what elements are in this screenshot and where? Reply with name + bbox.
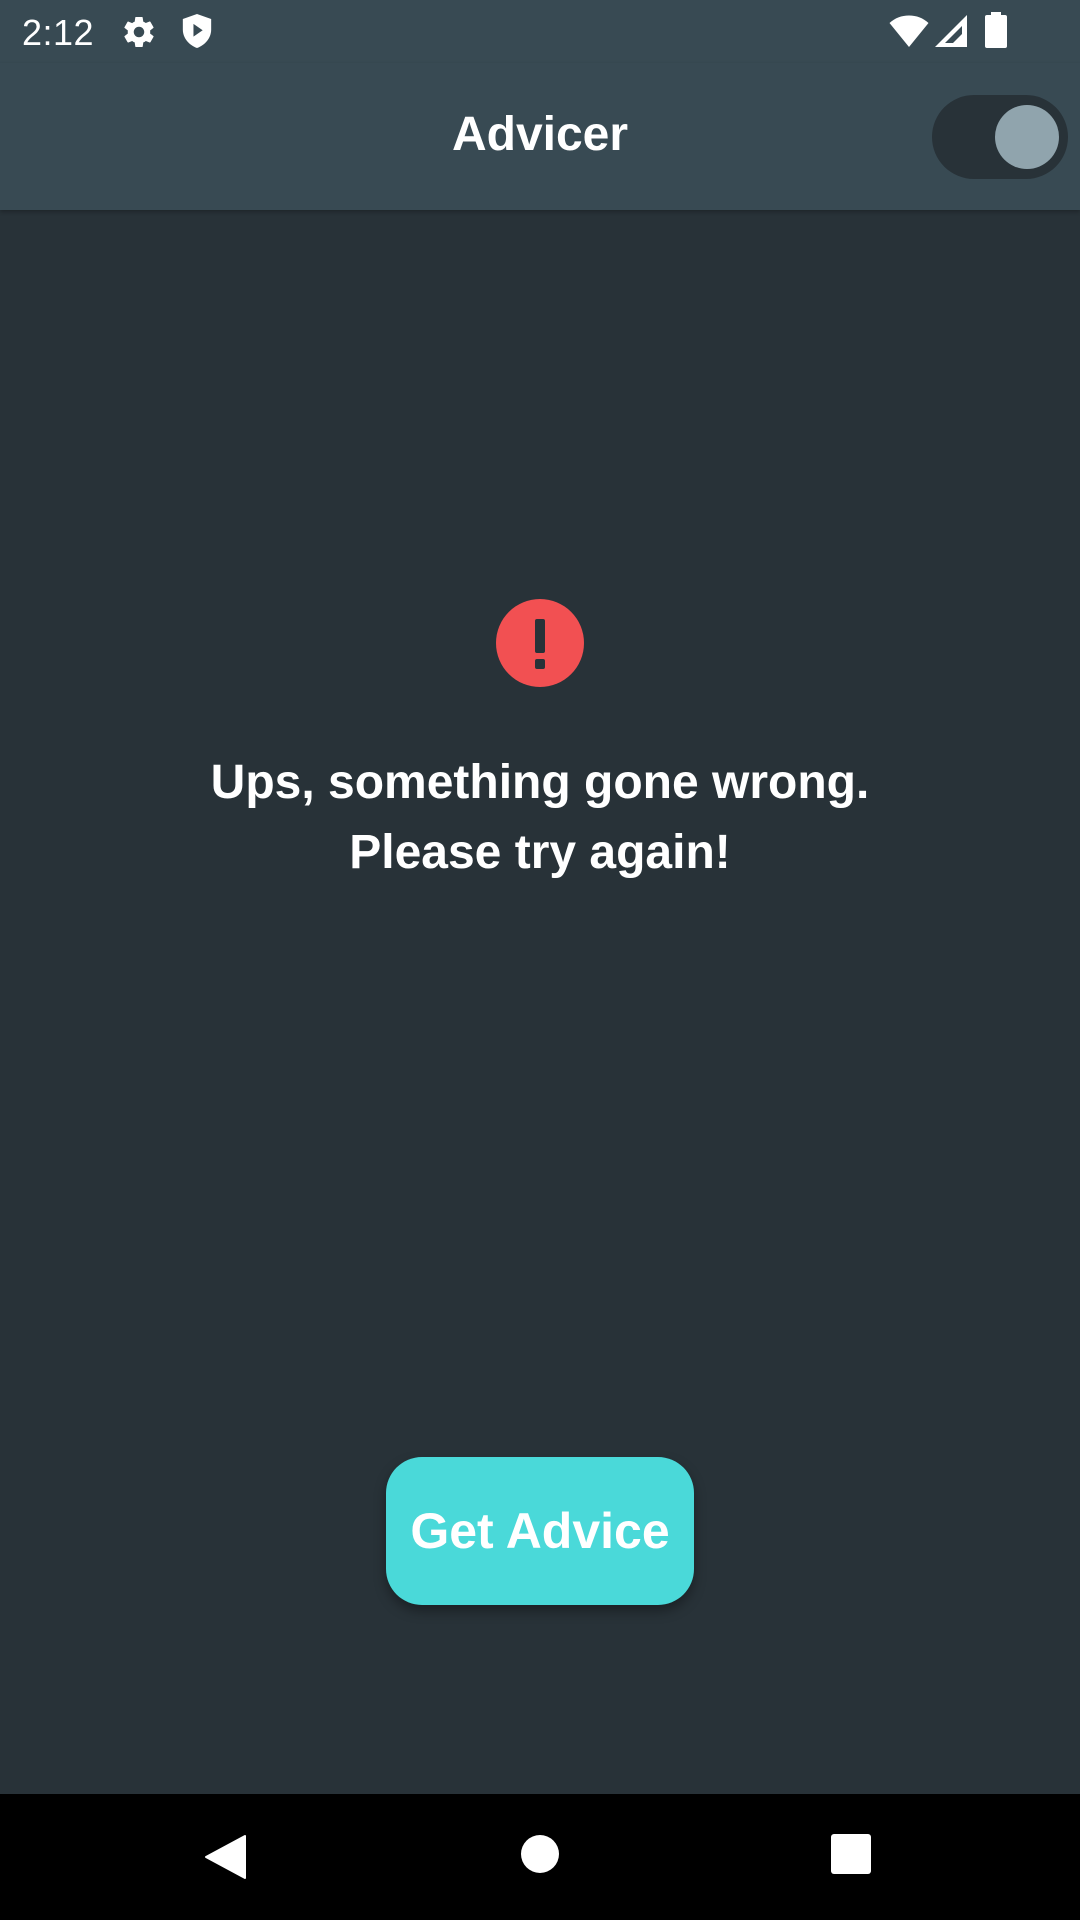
alert-circle-icon (496, 599, 584, 687)
status-bar: 2:12 (0, 0, 1080, 63)
home-icon[interactable] (520, 1834, 560, 1879)
error-message: Ups, something gone wrong. Please try ag… (100, 748, 980, 888)
battery-icon (985, 12, 1007, 53)
error-message-line-1: Ups, something gone wrong. (210, 756, 870, 809)
signal-icon (934, 14, 968, 53)
settings-icon (121, 14, 157, 55)
status-time: 2:12 (22, 12, 95, 53)
switch-thumb (995, 105, 1059, 169)
wifi-icon (889, 14, 929, 53)
get-advice-button[interactable]: Get Advice (386, 1457, 694, 1605)
recents-icon[interactable] (831, 1834, 871, 1879)
app-screen: 2:12 Advicer Ups, something gone wrong. … (0, 0, 1080, 1920)
app-title: Advicer (451, 108, 629, 161)
error-message-line-2: Please try again! (349, 826, 731, 879)
back-icon[interactable] (204, 1834, 246, 1885)
app-bar: Advicer (0, 63, 1080, 210)
shield-icon (180, 12, 214, 55)
navigation-bar (0, 1794, 1080, 1920)
theme-toggle-switch[interactable] (932, 95, 1068, 179)
